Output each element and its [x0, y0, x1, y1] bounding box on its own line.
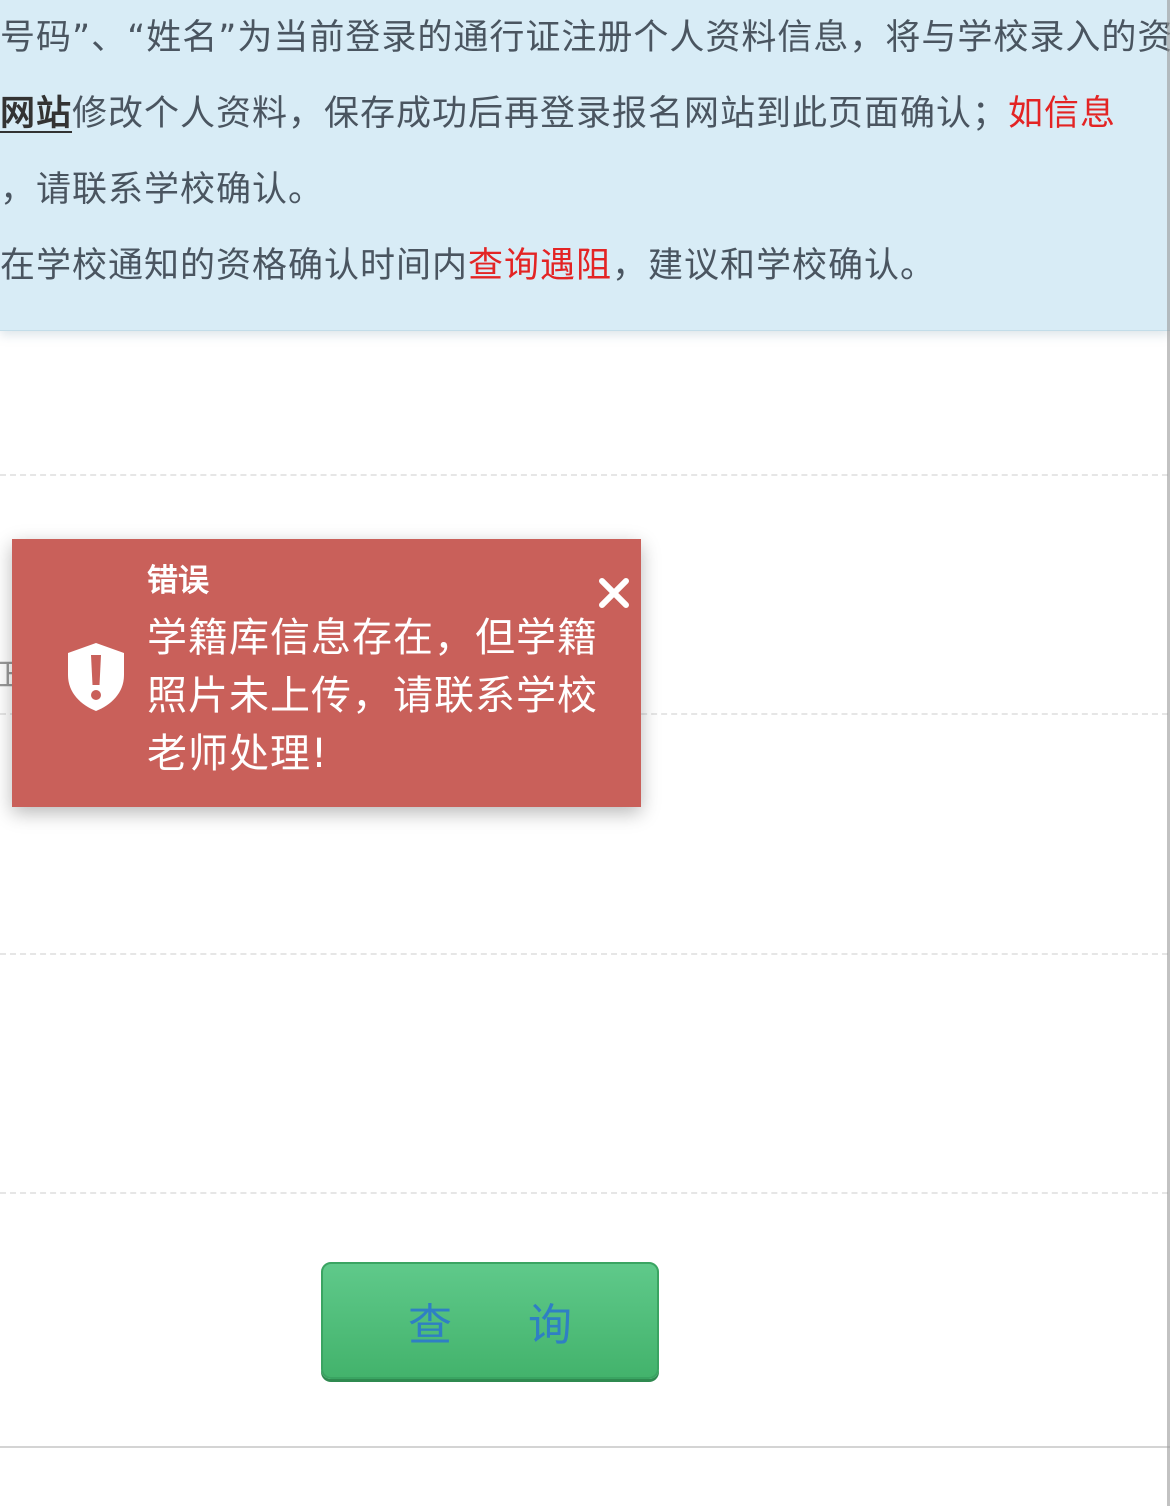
close-icon[interactable]	[594, 573, 634, 613]
shield-alert-icon	[68, 643, 124, 711]
notice-line-3-text: ，请联系学校确认。	[0, 170, 325, 210]
toast-title: 错误	[147, 563, 209, 599]
notice-line-4-suffix: ，建议和学校确认。	[612, 246, 937, 286]
toast-message: 学籍库信息存在，但学籍照片未上传，请联系学校老师处理!	[147, 615, 598, 777]
website-link[interactable]: 网站	[0, 94, 72, 134]
query-button-label: 查询	[408, 1299, 648, 1351]
notice-line-4-warning: 查询遇阻	[468, 246, 613, 286]
form-row-divider	[0, 474, 1168, 476]
page: 号码”、“姓名”为当前登录的通行证注册个人资料信息，将与学校录入的资 网站修改个…	[0, 0, 1170, 1506]
notice-panel: 号码”、“姓名”为当前登录的通行证注册个人资料信息，将与学校录入的资 网站修改个…	[0, 0, 1170, 331]
notice-line-2-warning: 如信息	[1008, 94, 1117, 134]
notice-line-1-text: 号码”、“姓名”为当前登录的通行证注册个人资料信息，将与学校录入的资	[0, 18, 1170, 58]
form-row-divider	[0, 953, 1168, 955]
query-button[interactable]: 查询	[321, 1262, 659, 1379]
notice-line-4-prefix: 在学校通知的资格确认时间内	[0, 246, 469, 286]
form-row-divider	[0, 1192, 1168, 1194]
footer-divider	[0, 1446, 1170, 1448]
notice-line-4: 在学校通知的资格确认时间内查询遇阻，建议和学校确认。	[0, 242, 936, 290]
notice-line-1: 号码”、“姓名”为当前登录的通行证注册个人资料信息，将与学校录入的资	[0, 14, 1170, 62]
notice-line-2: 网站修改个人资料，保存成功后再登录报名网站到此页面确认；如信息	[0, 90, 1116, 138]
notice-line-2-text: 修改个人资料，保存成功后再登录报名网站到此页面确认；	[72, 94, 1009, 134]
error-toast: 错误 学籍库信息存在，但学籍照片未上传，请联系学校老师处理!	[12, 539, 641, 807]
notice-line-3: ，请联系学校确认。	[0, 166, 324, 214]
